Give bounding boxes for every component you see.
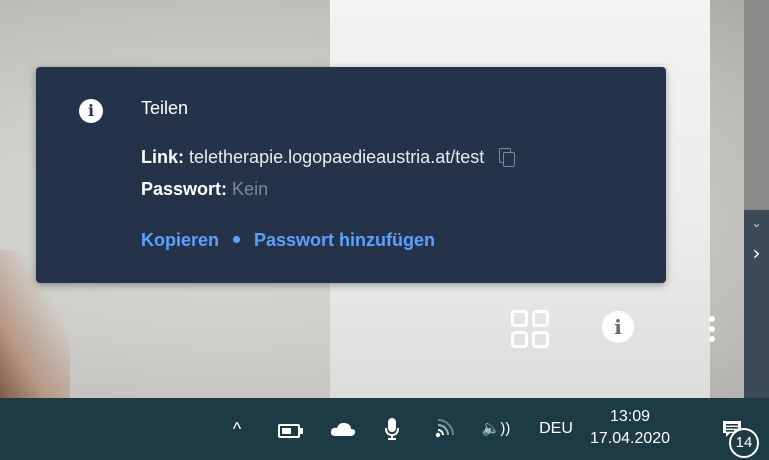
password-row: Passwort: Kein [141,179,268,200]
side-scrollbar[interactable] [744,0,769,210]
link-value[interactable]: teletherapie.logopaedieaustria.at/test [189,147,484,167]
info-icon: i [79,99,103,123]
share-actions: Kopieren Passwort hinzufügen [141,230,435,251]
notification-count-badge: 14 [729,428,759,458]
password-value: Kein [232,179,269,199]
clock[interactable]: 13:09 17.04.2020 [590,406,670,454]
link-label: Link: [141,147,184,167]
copy-icon[interactable] [499,148,516,167]
more-vert-icon[interactable] [705,314,719,344]
speaker-icon[interactable]: 🔈​)) [481,398,511,460]
onedrive-cloud-icon[interactable] [329,398,357,460]
separator-dot [233,236,241,243]
chevron-right-icon[interactable]: › [748,240,765,266]
right-side-panel: ⌄ › [744,0,769,398]
link-row: Link: teletherapie.logopaedieaustria.at/… [141,147,516,168]
microphone-icon[interactable] [382,398,402,460]
scroll-down-icon[interactable]: ⌄ [748,212,765,234]
password-label: Passwort: [141,179,228,199]
windows-taskbar: ^ 🔈​)) DEU 13:09 17.04.2020 [0,398,769,460]
wifi-icon[interactable] [433,398,457,460]
copy-link-button[interactable]: Kopieren [141,230,219,250]
info-icon[interactable]: i [602,311,634,343]
chevron-up-icon[interactable]: ^ [224,398,250,460]
add-password-button[interactable]: Passwort hinzufügen [254,230,435,250]
share-title: Teilen [141,98,189,118]
battery-icon[interactable] [278,424,303,438]
share-popup: i Teilen Link: teletherapie.logopaedieau… [36,67,666,283]
clock-time: 13:09 [609,408,651,425]
clock-date: 17.04.2020 [590,430,671,447]
language-indicator[interactable]: DEU [535,398,577,460]
grid-view-icon[interactable] [511,310,549,348]
